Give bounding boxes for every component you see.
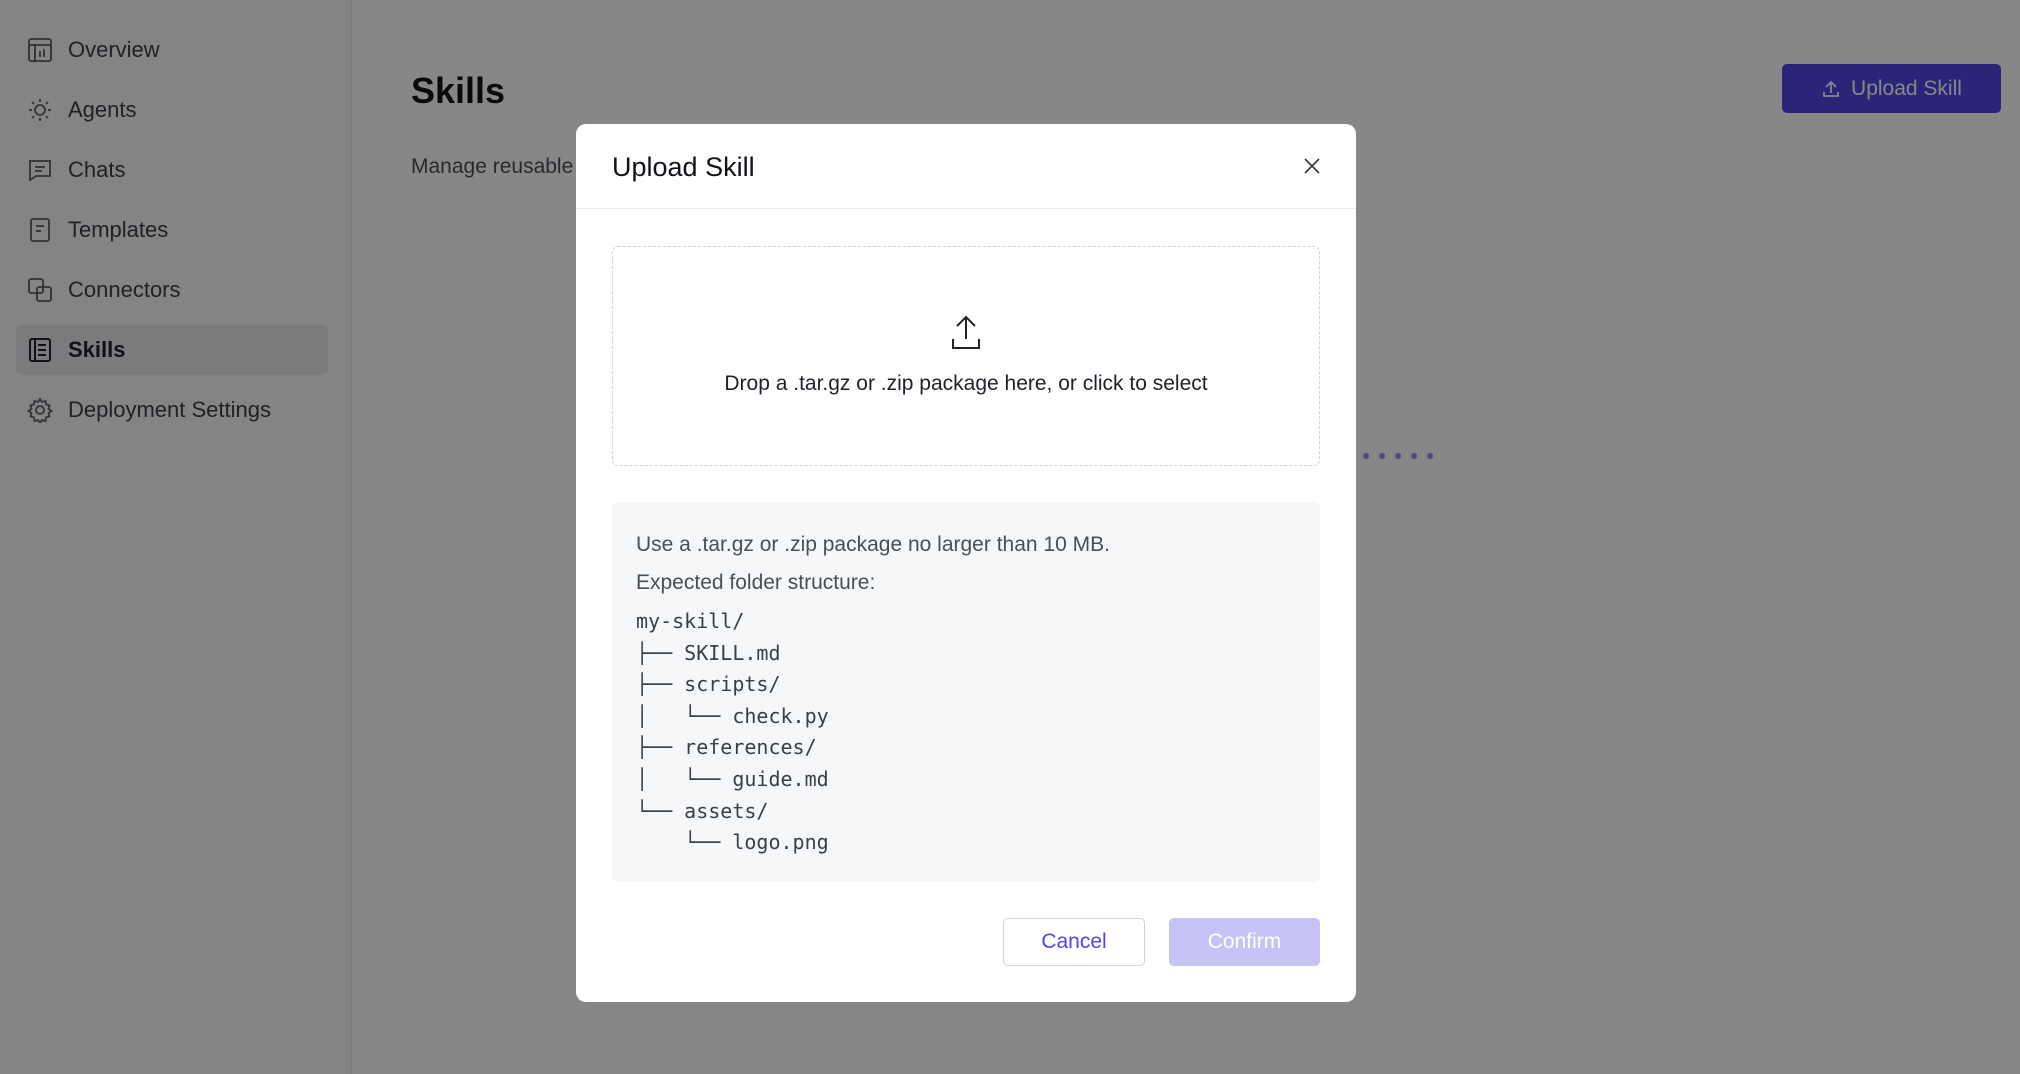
dialog-header: Upload Skill <box>576 124 1356 209</box>
upload-icon <box>950 315 982 356</box>
close-icon[interactable] <box>1298 152 1326 180</box>
file-dropzone[interactable]: Drop a .tar.gz or .zip package here, or … <box>612 246 1320 466</box>
package-requirements: Use a .tar.gz or .zip package no larger … <box>612 502 1320 882</box>
dropzone-text: Drop a .tar.gz or .zip package here, or … <box>724 372 1208 395</box>
size-requirement-text: Use a .tar.gz or .zip package no larger … <box>636 533 1110 556</box>
dialog-title: Upload Skill <box>612 152 755 182</box>
folder-structure-tree: my-skill/ ├── SKILL.md ├── scripts/ │ └─… <box>636 609 829 855</box>
structure-heading: Expected folder structure: <box>636 571 876 594</box>
confirm-button[interactable]: Confirm <box>1169 918 1320 966</box>
cancel-button[interactable]: Cancel <box>1003 918 1145 966</box>
upload-skill-dialog: Upload Skill Drop a .tar.gz or .zip pack… <box>576 124 1356 1002</box>
